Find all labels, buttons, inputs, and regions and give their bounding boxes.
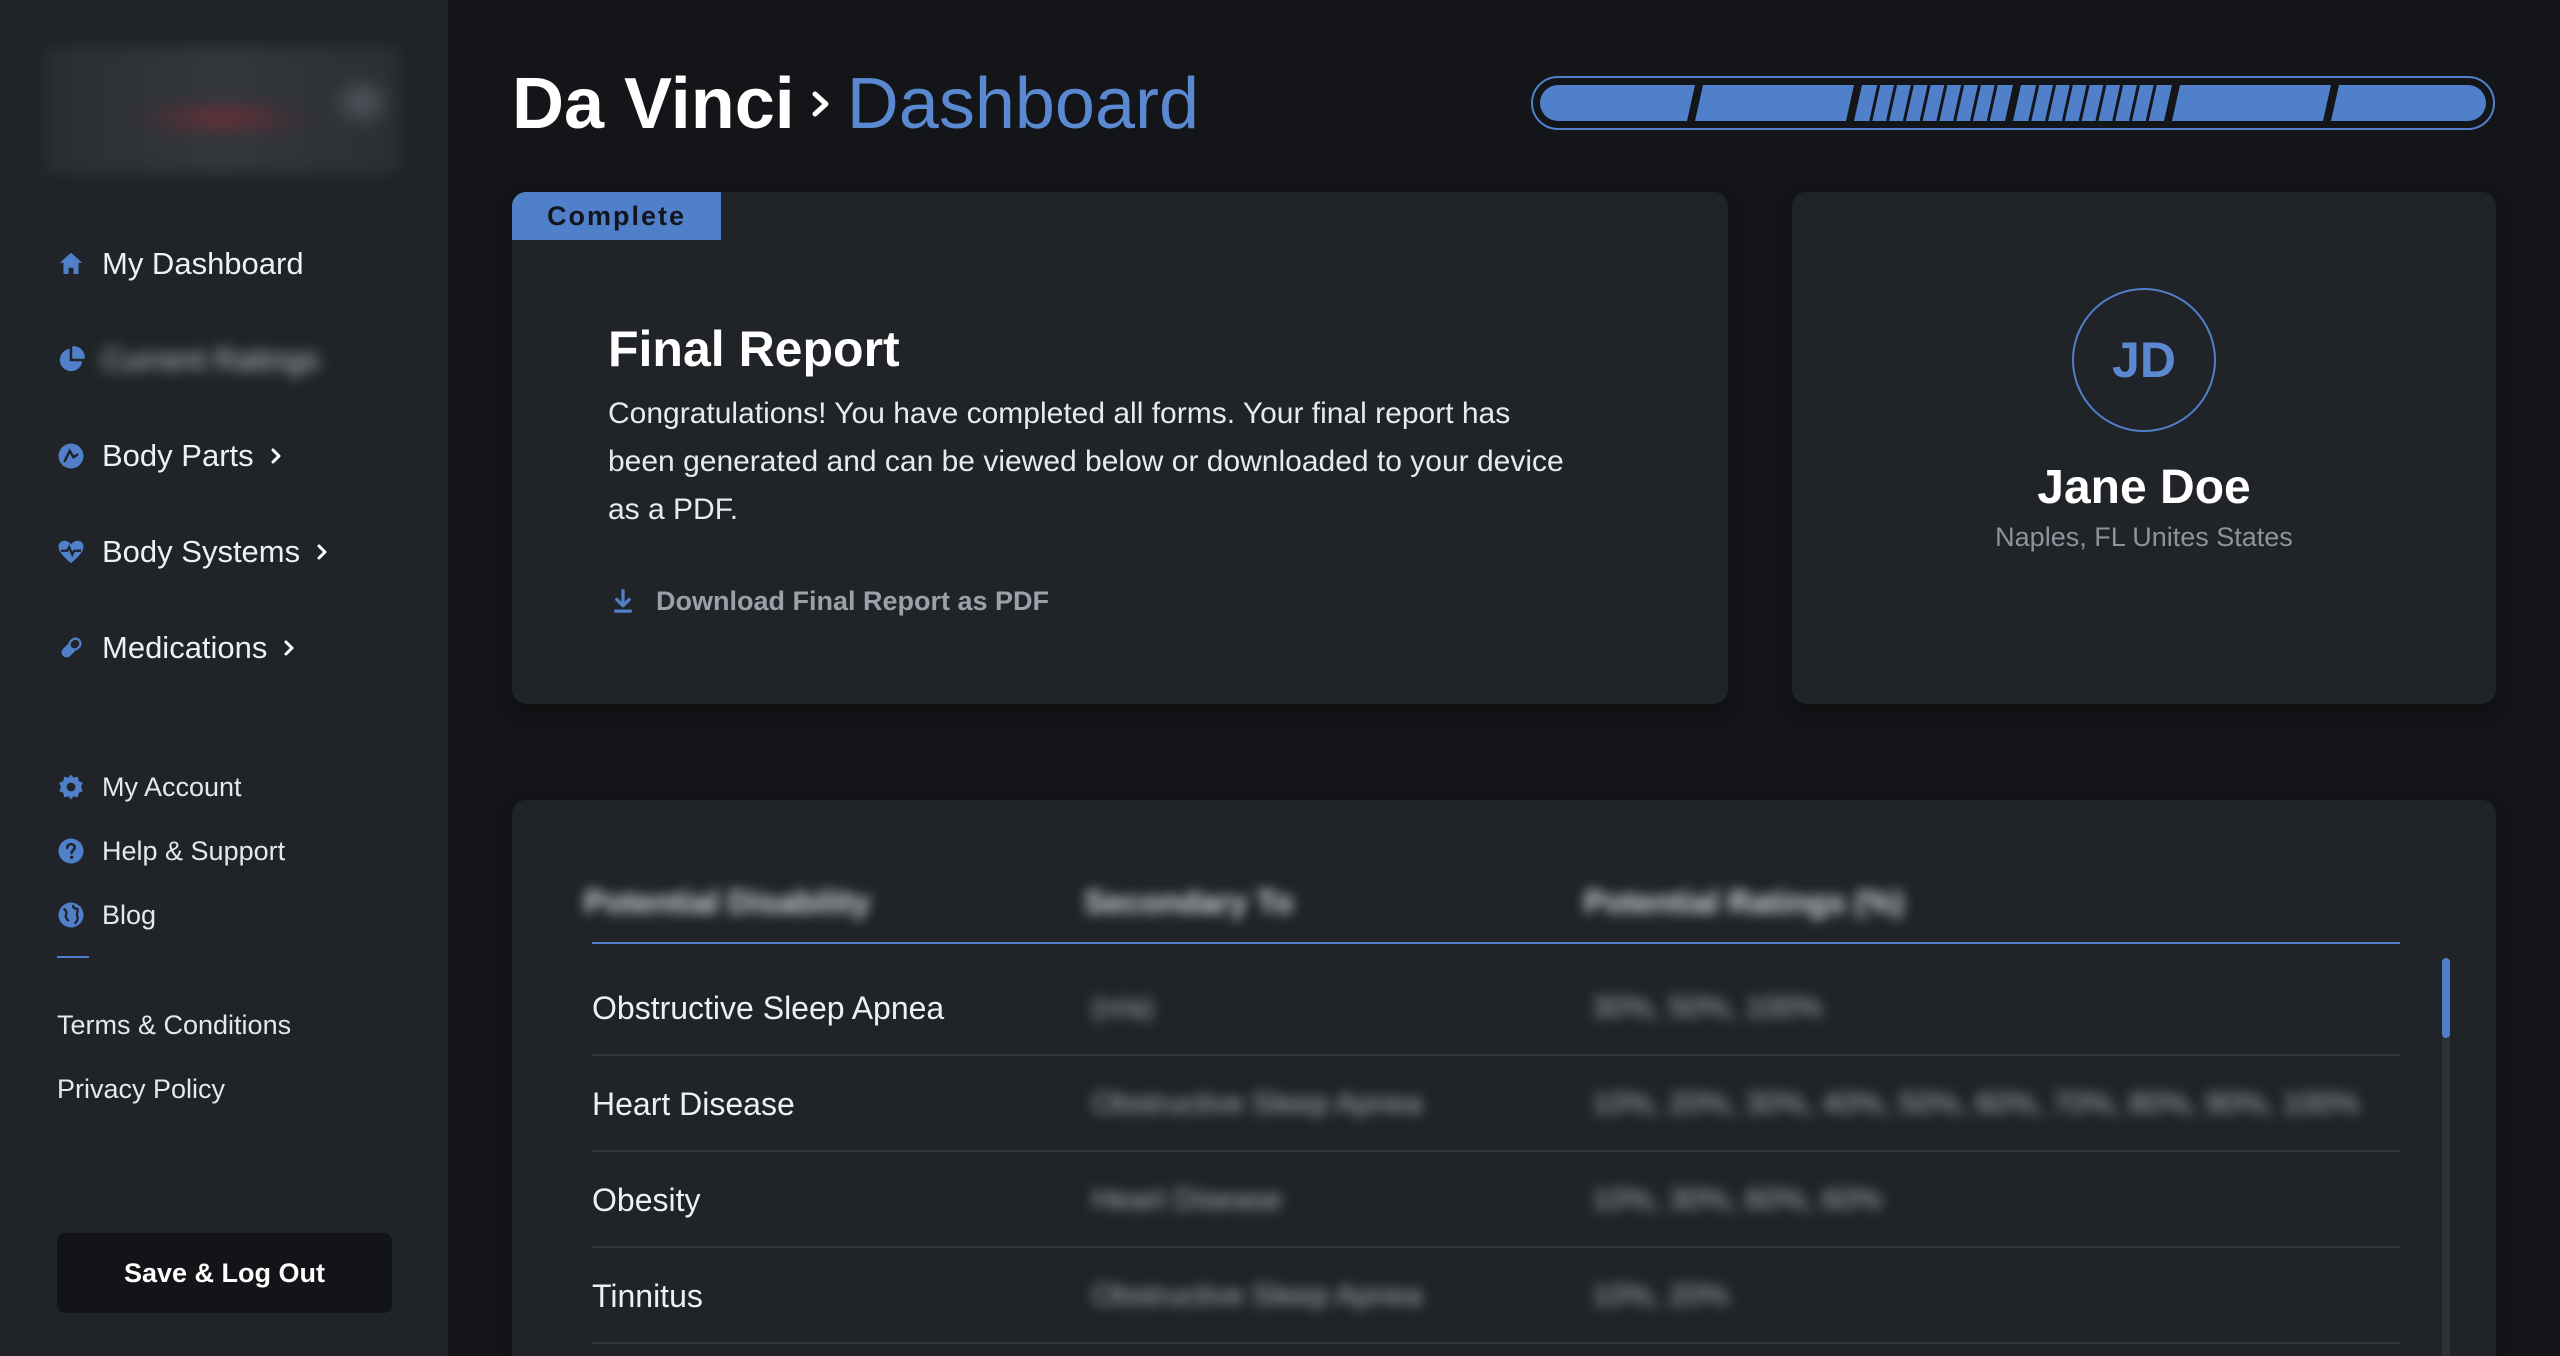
save-logout-button[interactable]: Save & Log Out [57,1233,392,1313]
home-icon [56,249,86,279]
sidebar-item-blog[interactable]: Blog [56,895,156,935]
disability-cell: Obesity [592,1181,701,1218]
heart-pulse-icon [56,537,86,567]
table-row[interactable]: Tinnitus Obstructive Sleep Apnea 10%, 20… [592,1248,2400,1344]
download-label: Download Final Report as PDF [656,586,1050,616]
sidebar-item-label: Current Ratings [102,342,320,377]
table-row[interactable]: Obesity Heart Disease 10%, 30%, 60%, 60% [592,1152,2400,1248]
chevron-right-icon [266,446,286,466]
progress-segment [1695,85,1854,121]
sidebar-item-body-parts[interactable]: Body Parts [56,432,286,480]
download-icon [608,587,638,617]
sidebar-item-label: Medications [102,630,268,665]
download-report-link[interactable]: Download Final Report as PDF [608,586,1049,617]
column-header-secondary: Secondary To [1084,884,1294,920]
pie-chart-icon [56,345,86,375]
sidebar-item-my-dashboard[interactable]: My Dashboard [56,240,304,288]
sidebar-item-label: Help & Support [102,835,286,866]
sidebar-item-label: Blog [102,899,157,930]
chevron-right-icon [801,62,841,146]
gear-icon [56,772,86,802]
progress-segment [2013,85,2172,121]
disability-table: Potential Disability Secondary To Potent… [512,800,2496,1356]
table-row[interactable]: Obstructive Sleep Apnea (n/a) 30%, 50%, … [592,960,2400,1056]
chevron-right-icon [279,638,299,658]
column-header-disability: Potential Disability [584,884,871,920]
table-row[interactable]: Heart Disease Obstructive Sleep Apnea 10… [592,1056,2400,1152]
profile-location: Naples, FL Unites States [1995,522,2293,552]
sidebar-item-my-account[interactable]: My Account [56,767,242,807]
sidebar-item-label: Body Systems [102,534,301,569]
sidebar-item-help-support[interactable]: Help & Support [56,831,285,871]
secondary-cell: Obstructive Sleep Apnea [1092,1087,1423,1120]
secondary-cell: (n/a) [1092,991,1154,1024]
sidebar-item-label: My Account [102,771,242,802]
chevron-right-icon [312,542,332,562]
ratings-cell: 10%, 30%, 60%, 60% [1592,1183,1883,1216]
sidebar-item-label: Body Parts [102,438,254,473]
form-progress-bar [1531,76,2495,130]
privacy-link[interactable]: Privacy Policy [57,1074,225,1105]
pill-icon [56,633,86,663]
progress-segment [2331,85,2486,121]
sidebar-item-label: My Dashboard [102,246,304,281]
breadcrumb-page-name: Dashboard [846,64,1200,144]
ratings-cell: 30%, 50%, 100% [1592,991,1823,1024]
sidebar: My Dashboard Current Ratings Body Parts … [0,0,448,1356]
progress-segment [1854,85,2013,121]
page-title: Da Vinci Dashboard [512,62,1199,146]
table-scrollbar-thumb[interactable] [2442,958,2450,1038]
report-title: Final Report [608,321,900,377]
terms-link[interactable]: Terms & Conditions [57,1010,291,1041]
progress-segment [1540,85,1695,121]
sidebar-item-medications[interactable]: Medications [56,624,299,672]
progress-segments [1540,85,2486,121]
status-badge: Complete [512,192,721,240]
secondary-cell: Obstructive Sleep Apnea [1092,1279,1423,1312]
sidebar-item-body-systems[interactable]: Body Systems [56,528,332,576]
progress-segment [2172,85,2331,121]
avatar[interactable]: JD [2072,288,2216,432]
sidebar-divider [57,956,89,958]
brand-logo[interactable] [44,46,400,174]
final-report-card: Complete Final Report Congratulations! Y… [512,192,1728,704]
secondary-cell: Heart Disease [1092,1183,1283,1216]
profile-card: JD Jane Doe Naples, FL Unites States [1792,192,2496,704]
ratings-cell: 10%, 20%, 30%, 40%, 50%, 60%, 70%, 80%, … [1592,1087,2360,1120]
breadcrumb-app-name[interactable]: Da Vinci [512,62,795,146]
body-parts-icon [56,441,86,471]
question-icon [56,836,86,866]
disability-cell: Heart Disease [592,1085,795,1122]
sidebar-item-current-ratings[interactable]: Current Ratings [56,336,319,384]
profile-name: Jane Doe [2037,461,2251,514]
column-header-ratings: Potential Ratings (%) [1584,884,1905,920]
report-description: Congratulations! You have completed all … [608,397,1564,526]
disability-cell: Obstructive Sleep Apnea [592,989,945,1026]
ratings-cell: 10%, 20% [1592,1279,1729,1312]
disability-cell: Tinnitus [592,1277,703,1314]
header-divider [592,942,2400,944]
globe-icon [56,900,86,930]
